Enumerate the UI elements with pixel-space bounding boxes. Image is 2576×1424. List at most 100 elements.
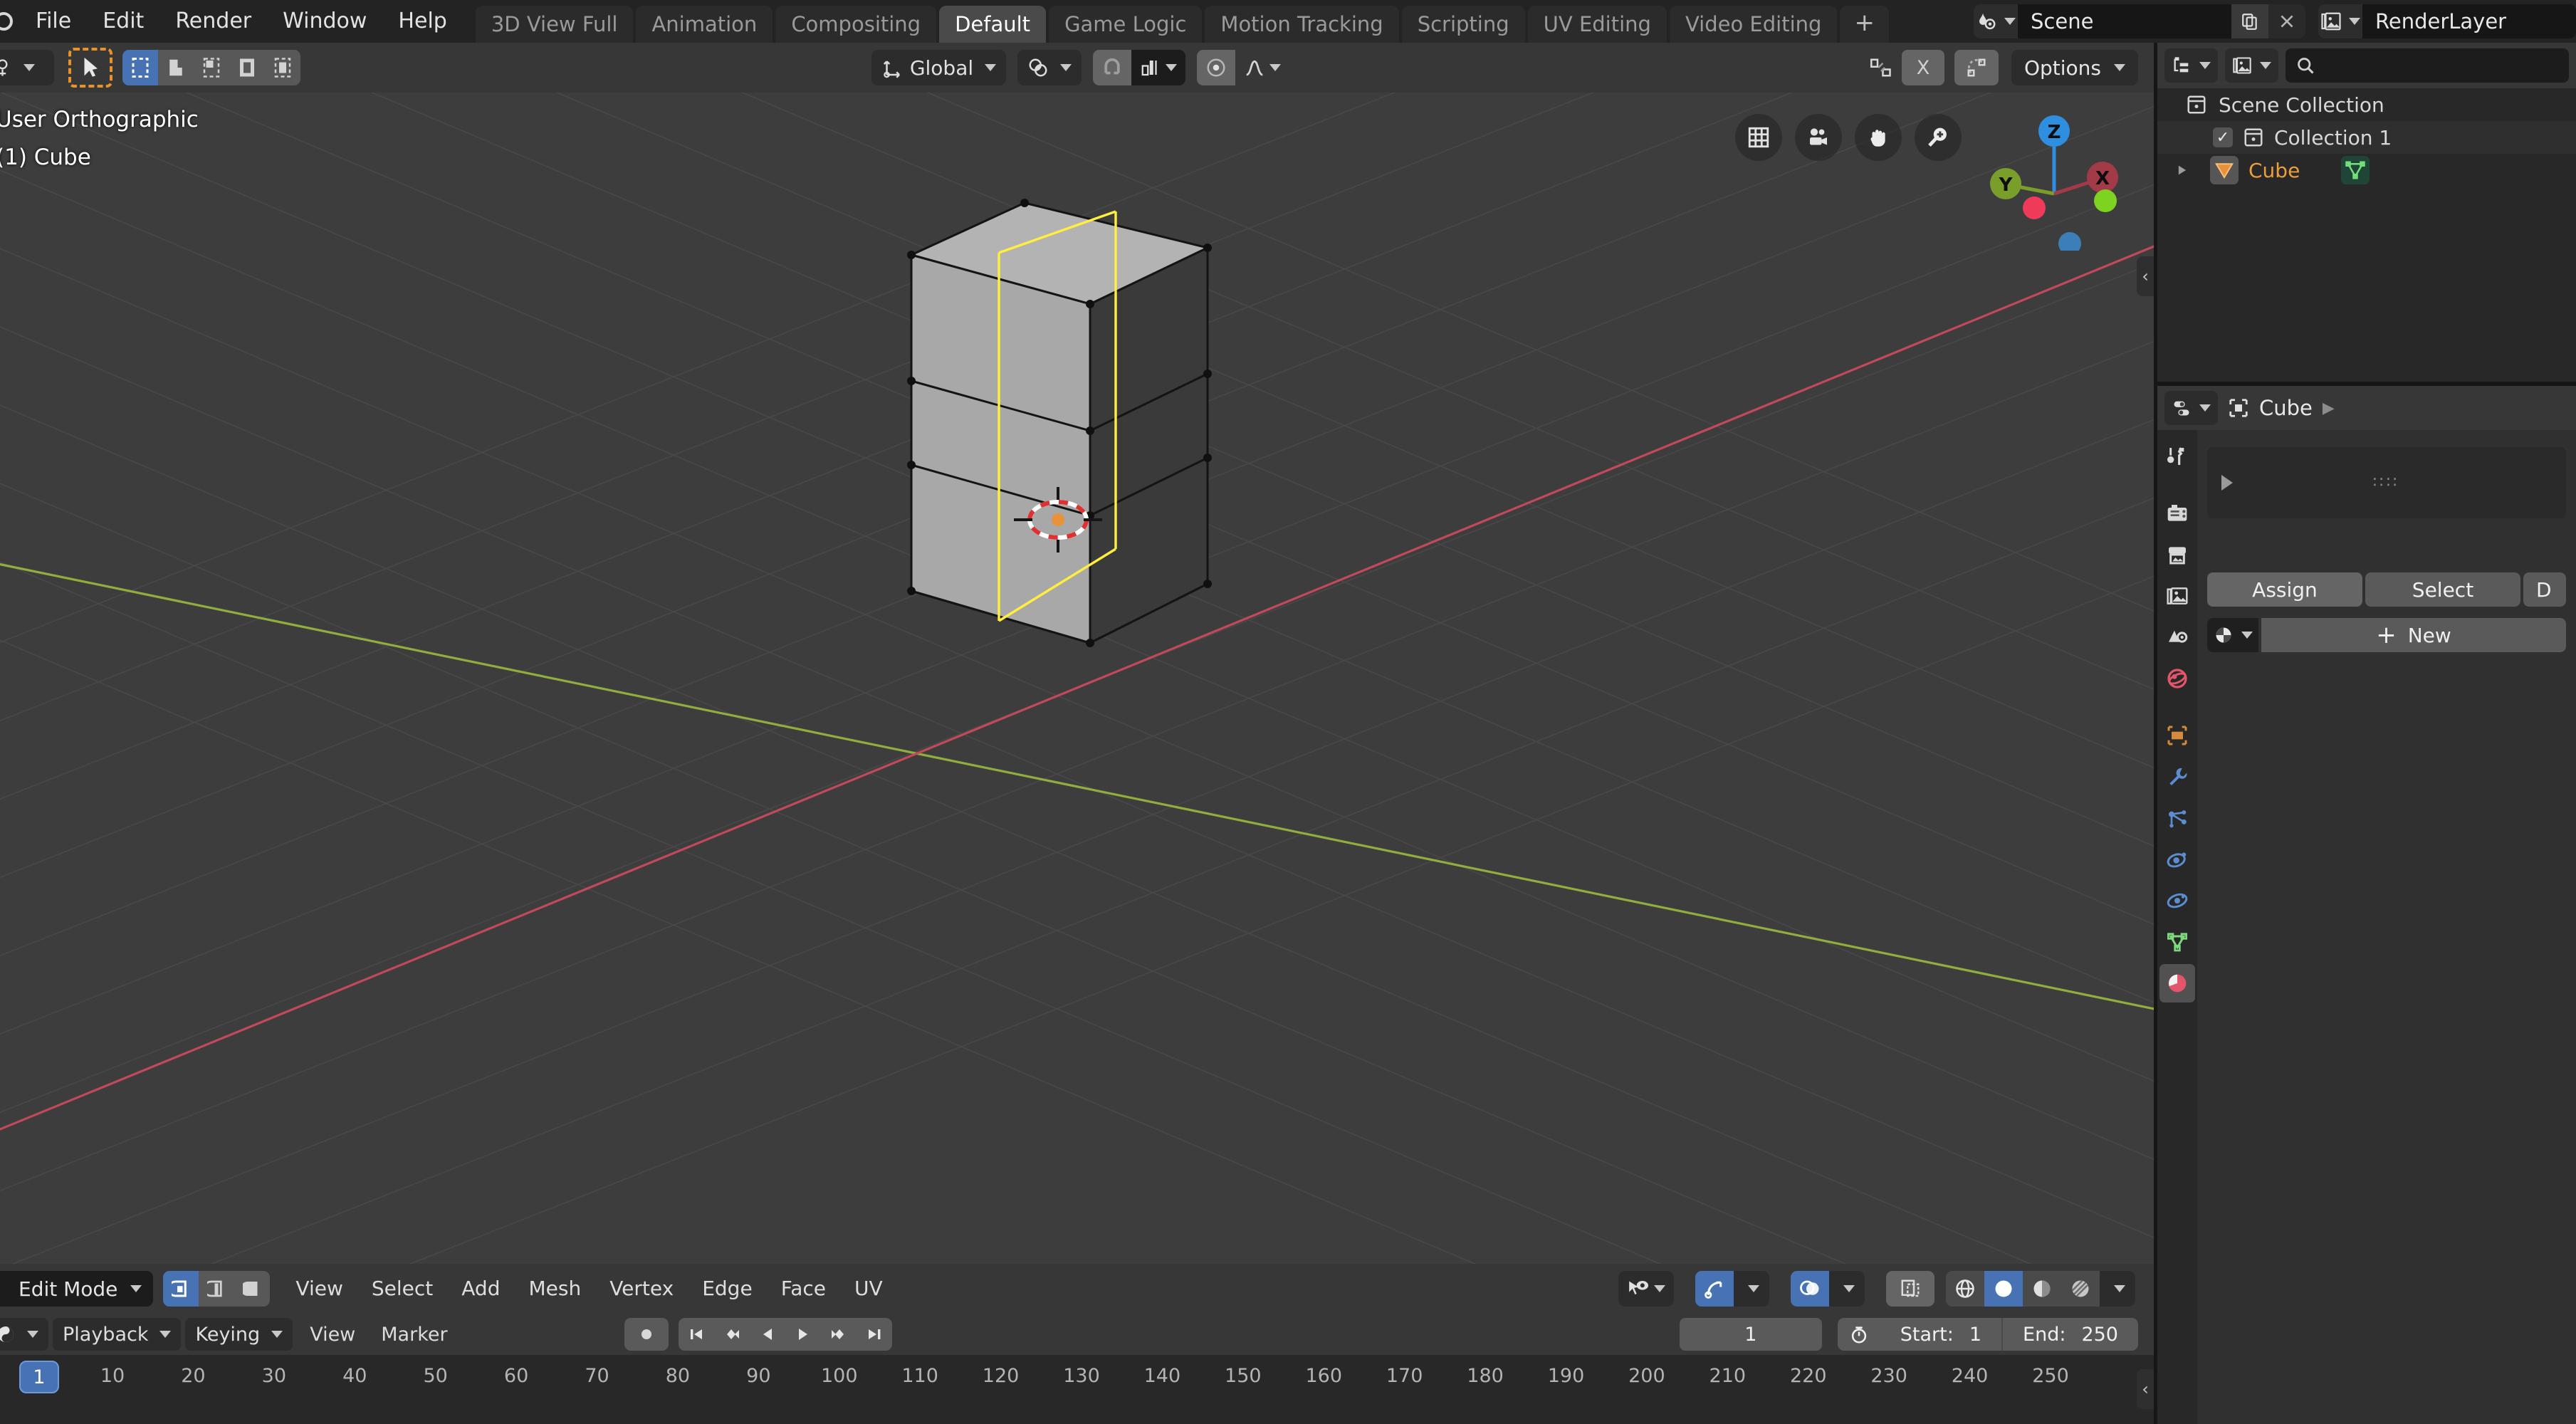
overlays-icon[interactable] xyxy=(1791,1271,1829,1307)
timeline-playhead[interactable]: 1 xyxy=(19,1361,59,1393)
magnet-icon[interactable] xyxy=(1093,50,1132,85)
properties-tab-modifier[interactable] xyxy=(2159,758,2195,796)
properties-tab-constraints[interactable] xyxy=(2159,881,2195,920)
expand-triangle-icon[interactable] xyxy=(2176,164,2189,177)
vertex-select-icon[interactable] xyxy=(163,1271,199,1307)
grid-toggle-icon[interactable] xyxy=(1735,114,1782,161)
zoom-magnifier-icon[interactable] xyxy=(1915,114,1962,161)
options-dropdown[interactable]: Options xyxy=(2011,50,2138,85)
next-keyframe-icon[interactable] xyxy=(820,1318,857,1351)
menu-edit[interactable]: Edit xyxy=(87,0,159,43)
select-invert-icon[interactable] xyxy=(229,50,265,85)
timeline-keying-dropdown[interactable]: Keying xyxy=(185,1318,293,1351)
prev-keyframe-icon[interactable] xyxy=(713,1318,750,1351)
shading-solid-icon[interactable] xyxy=(1984,1271,2023,1307)
cursor-select-tool-button[interactable] xyxy=(68,48,112,88)
workspace-tab-uv-editing[interactable]: UV Editing xyxy=(1527,6,1667,43)
workspace-tab-3d-view-full[interactable]: 3D View Full xyxy=(475,6,634,43)
viewport-3d[interactable]: User Orthographic (1) Cube Z Y X ‹ xyxy=(0,93,2154,1264)
mesh-data-icon[interactable] xyxy=(2341,156,2370,184)
properties-tab-view-layer[interactable] xyxy=(2159,577,2195,615)
properties-tab-tool[interactable] xyxy=(2159,437,2195,476)
falloff-smooth-dropdown[interactable] xyxy=(1235,50,1290,85)
face-select-icon[interactable] xyxy=(234,1271,271,1307)
shading-material-icon[interactable] xyxy=(2023,1271,2061,1307)
timeline-ruler[interactable]: 10 20 30 40 50 60 70 80 90 100 110 120 130 140 150 160 1… xyxy=(0,1355,2154,1424)
scene-name-field[interactable]: Scene xyxy=(2018,9,2231,33)
new-material-button[interactable]: + New xyxy=(2261,618,2566,652)
select-button[interactable]: Select xyxy=(2365,572,2520,607)
footer-menu-view[interactable]: View xyxy=(281,1264,357,1314)
properties-tab-render[interactable] xyxy=(2159,494,2195,533)
properties-tab-material[interactable] xyxy=(2159,964,2195,1002)
proportional-connected-icon[interactable] xyxy=(1954,50,1999,85)
menu-window[interactable]: Window xyxy=(267,0,382,43)
transform-orientation-dropdown[interactable]: Global xyxy=(871,50,1007,85)
edge-select-icon[interactable] xyxy=(199,1271,235,1307)
workspace-tab-scripting[interactable]: Scripting xyxy=(1401,6,1525,43)
add-workspace-button[interactable]: + xyxy=(1840,6,1889,43)
scene-browse-icon[interactable] xyxy=(1974,4,2018,38)
editor-type-3dview-icon[interactable] xyxy=(0,50,54,85)
outliner-row-cube[interactable]: Cube xyxy=(2157,154,2576,187)
timeline-menu-view[interactable]: View xyxy=(297,1324,368,1346)
shading-wireframe-icon[interactable] xyxy=(1946,1271,1984,1307)
timeline-collapse-icon[interactable]: ‹ xyxy=(2137,1369,2154,1409)
view-layer-name-field[interactable]: RenderLayer xyxy=(2362,9,2576,33)
workspace-tab-compositing[interactable]: Compositing xyxy=(775,6,937,43)
properties-tab-scene[interactable] xyxy=(2159,618,2195,656)
outliner-display-icon[interactable] xyxy=(2164,48,2218,83)
menu-render[interactable]: Render xyxy=(159,0,267,43)
play-icon[interactable] xyxy=(785,1318,821,1351)
timeline-menu-marker[interactable]: Marker xyxy=(368,1324,460,1346)
interaction-mode-dropdown[interactable]: Edit Mode xyxy=(0,1271,154,1307)
object-visibility-icon[interactable] xyxy=(1618,1271,1674,1307)
select-extend-icon[interactable] xyxy=(158,50,194,85)
play-reverse-icon[interactable] xyxy=(749,1318,785,1351)
workspace-tab-game-logic[interactable]: Game Logic xyxy=(1049,6,1203,43)
grip-dots-icon[interactable]: ∷∷ xyxy=(2373,474,2400,492)
footer-menu-vertex[interactable]: Vertex xyxy=(595,1264,688,1314)
assign-button[interactable]: Assign xyxy=(2207,572,2362,607)
editor-type-properties-icon[interactable] xyxy=(2164,391,2218,425)
chevron-left-icon[interactable]: ‹ xyxy=(2137,256,2154,296)
proportional-edit-icon[interactable] xyxy=(1197,50,1236,85)
triangle-right-icon[interactable] xyxy=(2221,475,2233,491)
menu-help[interactable]: Help xyxy=(382,0,462,43)
pan-hand-icon[interactable] xyxy=(1855,114,1902,161)
jump-to-end-icon[interactable] xyxy=(856,1318,892,1351)
copy-icon[interactable] xyxy=(2231,4,2268,38)
record-icon[interactable] xyxy=(624,1318,669,1351)
outliner-search-input[interactable] xyxy=(2286,48,2569,83)
properties-tab-physics[interactable] xyxy=(2159,840,2195,879)
jump-to-start-icon[interactable] xyxy=(678,1318,714,1351)
properties-tab-output[interactable] xyxy=(2159,535,2195,574)
outliner-filter-icon[interactable] xyxy=(2225,48,2278,83)
properties-tab-world[interactable] xyxy=(2159,659,2195,698)
deselect-button[interactable]: D xyxy=(2523,572,2566,607)
collection-1-checkbox[interactable]: ✓ xyxy=(2213,127,2233,147)
overlays-dropdown[interactable] xyxy=(1829,1271,1865,1307)
menu-file[interactable]: File xyxy=(20,0,87,43)
frame-end-field[interactable]: End: 250 xyxy=(2001,1318,2138,1351)
shading-rendered-icon[interactable] xyxy=(2061,1271,2100,1307)
mirror-x-toggle[interactable]: X xyxy=(1901,50,1944,85)
footer-menu-edge[interactable]: Edge xyxy=(688,1264,766,1314)
timeline-playback-dropdown[interactable]: Playback xyxy=(53,1318,182,1351)
stopwatch-icon[interactable] xyxy=(1837,1318,1880,1351)
footer-menu-uv[interactable]: UV xyxy=(840,1264,897,1314)
select-intersect-icon[interactable] xyxy=(265,50,300,85)
workspace-tab-animation[interactable]: Animation xyxy=(636,6,773,43)
viewport-navigation-gizmo[interactable]: Z Y X xyxy=(1983,108,2125,255)
outliner-row-collection-1[interactable]: ✓ Collection 1 xyxy=(2157,121,2576,154)
workspace-tab-motion-tracking[interactable]: Motion Tracking xyxy=(1205,6,1399,43)
object-visibility-dropdown[interactable] xyxy=(1618,1271,1674,1307)
current-frame-field[interactable]: 1 xyxy=(1679,1318,1822,1351)
footer-menu-select[interactable]: Select xyxy=(357,1264,447,1314)
gizmo-dropdown[interactable] xyxy=(1734,1271,1769,1307)
snap-target-dropdown[interactable] xyxy=(1131,50,1186,85)
properties-tab-object-data[interactable] xyxy=(2159,923,2195,961)
properties-tab-particles[interactable] xyxy=(2159,799,2195,837)
pivot-point-dropdown[interactable] xyxy=(1017,50,1082,85)
close-x-icon[interactable] xyxy=(2268,4,2305,38)
